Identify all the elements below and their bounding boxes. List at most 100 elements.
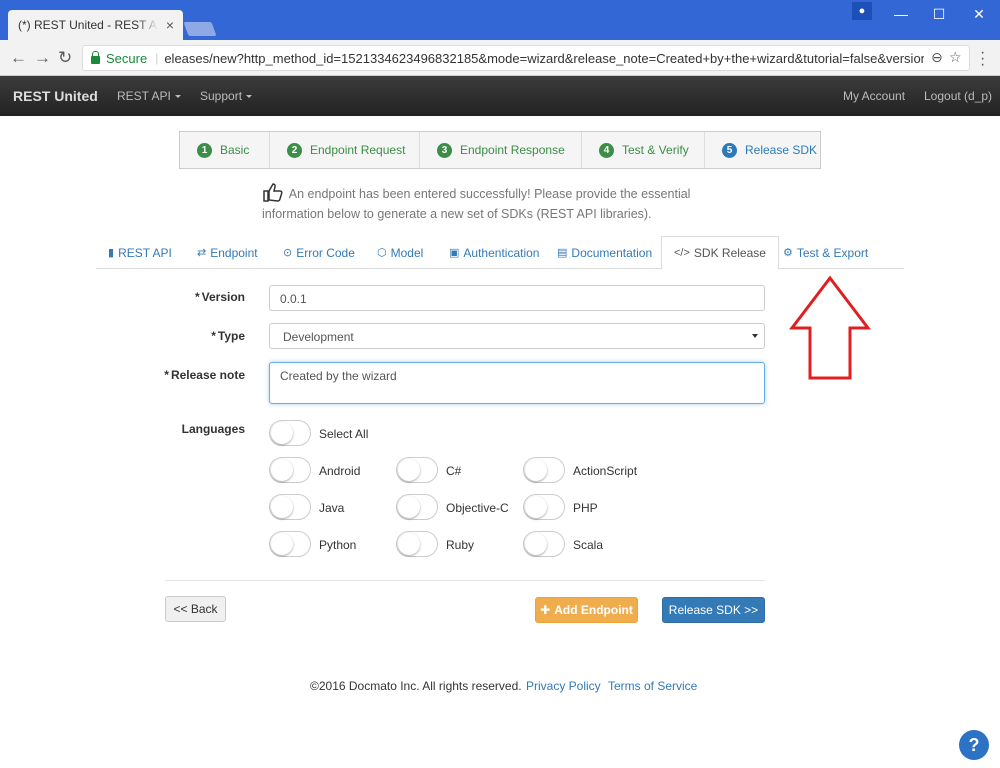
- version-label-text: Version: [201, 290, 245, 304]
- privacy-policy-link[interactable]: Privacy Policy: [526, 679, 601, 693]
- language-label: ActionScript: [573, 464, 638, 478]
- tab-label: Documentation: [571, 245, 653, 260]
- plus-icon: ✚: [540, 603, 551, 617]
- toggle-java[interactable]: [269, 494, 311, 520]
- tab-label: Endpoint: [210, 245, 258, 260]
- step-label: Endpoint Request: [310, 143, 406, 157]
- tab-documentation[interactable]: ▤ Documentation: [557, 236, 652, 269]
- tab-error-code[interactable]: ⊙ Error Code: [283, 236, 355, 269]
- version-input[interactable]: 0.0.1: [269, 285, 765, 311]
- star-icon[interactable]: ☆: [949, 49, 962, 66]
- tab-test-export[interactable]: ⚙ Test & Export: [783, 236, 868, 269]
- required-mark: *: [194, 290, 200, 304]
- lock-icon: [91, 51, 100, 64]
- gear-icon: ⚙: [783, 247, 793, 259]
- brand-logo[interactable]: REST United: [13, 88, 98, 104]
- wizard-step-release-sdk[interactable]: 5 Release SDK: [705, 132, 820, 168]
- address-separator: |: [155, 51, 159, 65]
- step-label: Test & Verify: [622, 143, 689, 157]
- tab-model[interactable]: ⬡ Model: [377, 236, 423, 269]
- intro-text: An endpoint has been entered successfull…: [262, 187, 691, 221]
- toggle-python[interactable]: [269, 531, 311, 557]
- step-number: 3: [437, 142, 452, 158]
- bookmark-icon: ▮: [108, 247, 115, 259]
- language-label: Java: [319, 501, 345, 515]
- release-note-label: * Release note: [150, 368, 245, 382]
- code-icon: </>: [674, 247, 690, 259]
- wizard-step-endpoint-response[interactable]: 3 Endpoint Response: [420, 132, 582, 168]
- wizard-step-endpoint-request[interactable]: 2 Endpoint Request: [270, 132, 420, 168]
- help-button[interactable]: ?: [959, 730, 989, 760]
- release-sdk-button[interactable]: Release SDK >>: [662, 597, 765, 623]
- language-label: Objective-C: [446, 501, 509, 515]
- url-text[interactable]: eleases/new?http_method_id=1521334623496…: [164, 51, 924, 66]
- toggle-objective-c[interactable]: [396, 494, 438, 520]
- step-label: Basic: [220, 143, 250, 157]
- tab-endpoint[interactable]: ⇄ Endpoint: [197, 236, 258, 269]
- close-tab-icon[interactable]: ×: [166, 17, 174, 33]
- type-select[interactable]: Development: [269, 323, 765, 349]
- profile-icon[interactable]: ●: [852, 2, 872, 20]
- back-button[interactable]: << Back: [165, 596, 226, 622]
- toggle-android[interactable]: [269, 457, 311, 483]
- language-label: Ruby: [446, 538, 475, 552]
- step-number: 1: [197, 142, 212, 158]
- section-tabs: ▮ REST API ⇄ Endpoint ⊙ Error Code ⬡ Model ▣…: [96, 236, 904, 270]
- browser-menu-icon[interactable]: · · ·: [980, 45, 985, 73]
- tab-label: Authentication: [463, 245, 540, 260]
- forward-arrow-icon[interactable]: →: [34, 48, 51, 68]
- secure-label: Secure: [106, 50, 148, 66]
- select-arrow-icon: [752, 334, 758, 338]
- nav-support[interactable]: Support: [200, 89, 253, 103]
- form-divider: [165, 580, 765, 581]
- caret-down-icon: [174, 95, 181, 99]
- exchange-icon: ⇄: [197, 247, 207, 259]
- tab-sdk-release[interactable]: </> SDK Release: [661, 236, 779, 270]
- type-select-value: Development: [283, 330, 354, 344]
- toggle-php[interactable]: [523, 494, 565, 520]
- browser-toolbar: ← → ↻ Secure | eleases/new?http_method_i…: [0, 40, 1000, 76]
- maximize-button[interactable]: ☐: [920, 0, 958, 28]
- nav-rest-api[interactable]: REST API: [117, 89, 181, 103]
- toggle-actionscript[interactable]: [523, 457, 565, 483]
- step-label: Endpoint Response: [460, 143, 565, 157]
- nav-logout[interactable]: Logout (d_p): [924, 89, 992, 103]
- tab-label: SDK Release: [693, 246, 766, 260]
- lock-icon: ▣: [449, 247, 460, 259]
- release-note-textarea[interactable]: Created by the wizard: [269, 362, 765, 404]
- nav-my-account[interactable]: My Account: [843, 89, 905, 103]
- languages-label: Languages: [181, 422, 245, 436]
- back-arrow-icon[interactable]: ←: [10, 48, 27, 68]
- add-endpoint-button[interactable]: ✚ Add Endpoint: [535, 597, 638, 623]
- tab-label: Model: [390, 245, 424, 260]
- select-all-toggle[interactable]: [269, 420, 311, 446]
- document-icon: ▤: [557, 247, 568, 259]
- wizard-step-test-verify[interactable]: 4 Test & Verify: [582, 132, 705, 168]
- close-window-button[interactable]: ✕: [960, 0, 998, 28]
- minimize-button[interactable]: —: [882, 0, 920, 28]
- zoom-icon[interactable]: ⊖: [931, 49, 943, 66]
- annotation-arrow-up-icon: [788, 275, 872, 380]
- required-mark: *: [211, 329, 216, 343]
- terms-of-service-link[interactable]: Terms of Service: [608, 679, 697, 693]
- step-number: 4: [599, 142, 614, 158]
- new-tab-button[interactable]: [183, 22, 217, 36]
- type-label-text: Type: [217, 329, 245, 343]
- required-mark: *: [164, 368, 169, 382]
- tab-rest-api[interactable]: ▮ REST API: [108, 236, 172, 269]
- intro-message: An endpoint has been entered successfull…: [262, 182, 712, 224]
- language-label: Scala: [573, 538, 604, 552]
- reload-icon[interactable]: ↻: [58, 48, 72, 68]
- toggle-ruby[interactable]: [396, 531, 438, 557]
- add-endpoint-label: Add Endpoint: [554, 603, 633, 617]
- browser-tab[interactable]: (*) REST United - REST API n ×: [8, 10, 183, 40]
- toggle-scala[interactable]: [523, 531, 565, 557]
- tab-label: REST API: [118, 245, 172, 260]
- tab-authentication[interactable]: ▣ Authentication: [449, 236, 539, 269]
- error-circle-icon: ⊙: [283, 247, 293, 259]
- language-label: Python: [319, 538, 357, 552]
- toggle-csharp[interactable]: [396, 457, 438, 483]
- address-bar[interactable]: Secure | eleases/new?http_method_id=1521…: [82, 45, 970, 71]
- wizard-step-basic[interactable]: 1 Basic: [180, 132, 270, 168]
- nav-support-label: Support: [200, 89, 243, 103]
